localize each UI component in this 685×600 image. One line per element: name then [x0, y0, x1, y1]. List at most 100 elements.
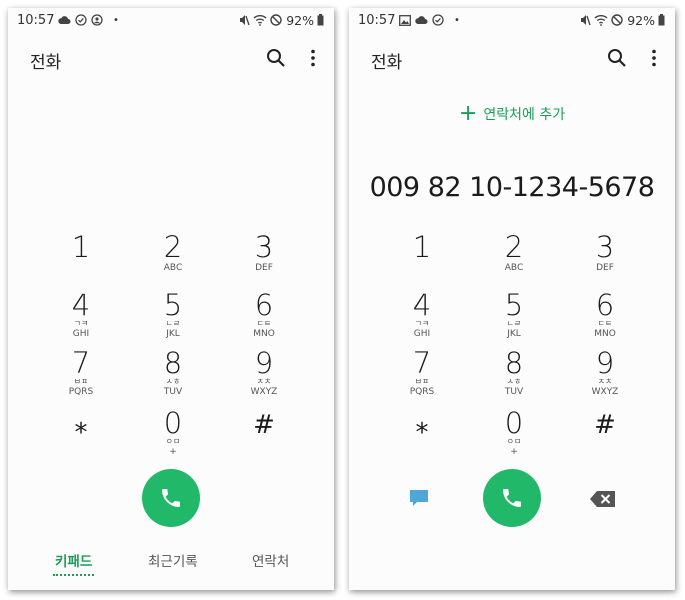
status-bar: 10:57 • 92%	[349, 8, 675, 34]
dial-key-letters: WXYZ	[250, 387, 278, 397]
dial-key-digit: 7	[412, 346, 432, 380]
dial-key[interactable]: 0 ㅇㅁ +	[479, 408, 549, 464]
app-title: 전화	[371, 53, 403, 73]
notification-icons: •	[399, 13, 460, 27]
dial-key-korean: ㅈㅊ	[597, 377, 613, 386]
wifi-icon	[253, 15, 267, 26]
dial-key[interactable]: 1	[46, 232, 116, 288]
account-circle-icon	[91, 14, 103, 26]
dial-key-letters: TUV	[504, 387, 524, 397]
dial-key-korean: ㄷㅌ	[597, 319, 613, 328]
dial-key-korean: ㅇㅁ	[506, 437, 522, 446]
more-vert-icon[interactable]	[651, 48, 657, 68]
dial-key[interactable]: ⁎	[46, 408, 116, 464]
dial-key-letters: DEF	[596, 263, 614, 273]
dial-key-digit: #	[594, 410, 616, 440]
dial-key-digit: 6	[254, 288, 274, 322]
dial-key-letters: MNO	[594, 329, 616, 339]
dial-key-digit: ⁎	[74, 410, 88, 440]
battery-icon	[317, 14, 324, 26]
dial-key-korean: ㄴㄹ	[165, 319, 181, 328]
system-icons: 92%	[238, 12, 324, 28]
check-circle-icon	[432, 14, 444, 26]
dial-key-korean: ㅅㅎ	[165, 377, 181, 386]
notification-icons: •	[58, 13, 119, 27]
cloud-icon	[415, 16, 428, 24]
dial-key[interactable]: 0 ㅇㅁ +	[138, 408, 208, 464]
dial-key-digit: 2	[504, 230, 524, 264]
dial-key[interactable]: 9 ㅈㅊ WXYZ	[229, 348, 299, 404]
dial-key-digit: 3	[595, 230, 615, 264]
dial-key-korean: ㄷㅌ	[256, 319, 272, 328]
dial-key[interactable]: 5 ㄴㄹ JKL	[138, 290, 208, 346]
dial-key[interactable]: 2 ABC	[138, 232, 208, 288]
dial-key[interactable]: 7 ㅂㅍ PQRS	[46, 348, 116, 404]
dial-key[interactable]: 9 ㅈㅊ WXYZ	[570, 348, 640, 404]
dial-key-korean: ㄴㄹ	[506, 319, 522, 328]
dial-key-letters: +	[510, 447, 518, 457]
system-icons: 92%	[579, 13, 665, 28]
plus-icon: +	[458, 101, 478, 126]
dial-key[interactable]: #	[570, 408, 640, 464]
tab-keypad[interactable]: 키패드	[52, 550, 95, 576]
dial-key-korean: ㄱㅋ	[414, 319, 430, 328]
search-icon[interactable]	[266, 48, 286, 68]
dial-key[interactable]: 4 ㄱㅋ GHI	[46, 290, 116, 346]
add-contact-label: 연락처에 추가	[483, 107, 566, 123]
backspace-icon[interactable]	[589, 490, 617, 508]
dial-key-korean: ㄱㅋ	[73, 319, 89, 328]
dial-key[interactable]: 2 ABC	[479, 232, 549, 288]
call-button[interactable]	[142, 469, 200, 527]
dial-key[interactable]: 7 ㅂㅍ PQRS	[387, 348, 457, 404]
dial-key[interactable]: 4 ㄱㅋ GHI	[387, 290, 457, 346]
dial-key-letters: PQRS	[68, 387, 94, 397]
dial-key-digit: 1	[412, 230, 432, 264]
battery-icon	[658, 14, 665, 26]
cloud-icon	[58, 16, 71, 24]
dot-icon: •	[454, 14, 460, 26]
wifi-icon	[594, 15, 608, 26]
dial-key-digit: 8	[504, 346, 524, 380]
dial-key-letters: ABC	[163, 263, 183, 273]
dial-key[interactable]: 3 DEF	[229, 232, 299, 288]
tab-contacts[interactable]: 연락처	[252, 550, 289, 570]
bottom-tabs: 키패드 최근기록 연락처	[8, 548, 334, 578]
dial-key[interactable]: 1	[387, 232, 457, 288]
call-button[interactable]	[483, 469, 541, 527]
block-icon	[611, 14, 623, 26]
dial-key[interactable]: 8 ㅅㅎ TUV	[479, 348, 549, 404]
dialed-number: 009 82 10-1234-5678	[369, 172, 655, 203]
app-bar: 전화	[8, 44, 334, 80]
dial-key[interactable]: #	[229, 408, 299, 464]
dial-key-digit: 7	[71, 346, 91, 380]
dial-key-korean: ㅈㅊ	[256, 377, 272, 386]
more-vert-icon[interactable]	[310, 48, 316, 68]
phone-icon	[503, 489, 521, 507]
mute-icon	[581, 15, 591, 26]
dial-key-digit: 2	[163, 230, 183, 264]
dial-key[interactable]: 6 ㄷㅌ MNO	[229, 290, 299, 346]
add-contact-button[interactable]: + 연락처에 추가	[349, 101, 675, 126]
dial-key[interactable]: 8 ㅅㅎ TUV	[138, 348, 208, 404]
dial-key-digit: 3	[254, 230, 274, 264]
dial-key[interactable]: ⁎	[387, 408, 457, 464]
battery-percent: 92%	[286, 12, 314, 28]
dial-key-letters: JKL	[166, 329, 180, 339]
status-bar: 10:57 • 92%	[8, 8, 334, 34]
dial-key[interactable]: 6 ㄷㅌ MNO	[570, 290, 640, 346]
dial-key-letters: +	[169, 447, 177, 457]
dial-key[interactable]: 3 DEF	[570, 232, 640, 288]
block-icon	[270, 14, 282, 26]
dial-key-digit: 4	[412, 288, 432, 322]
dial-key-letters: TUV	[163, 387, 183, 397]
dial-key[interactable]: 5 ㄴㄹ JKL	[479, 290, 549, 346]
dial-key-letters: JKL	[507, 329, 521, 339]
dial-key-digit: 9	[595, 346, 615, 380]
tab-recents[interactable]: 최근기록	[148, 550, 198, 570]
dial-key-digit: 5	[163, 288, 183, 322]
dial-key-korean: ㅂㅍ	[73, 377, 89, 386]
dial-key-digit: 0	[163, 406, 183, 440]
message-icon[interactable]	[407, 486, 431, 510]
search-icon[interactable]	[607, 48, 627, 68]
dial-key-korean: ㅇㅁ	[165, 437, 181, 446]
